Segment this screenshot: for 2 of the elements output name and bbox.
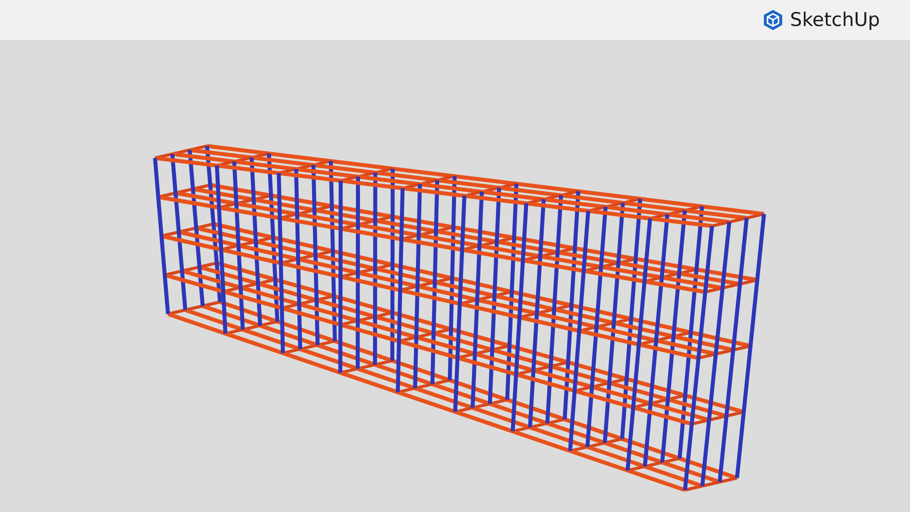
- cube-logo-icon: [762, 9, 784, 31]
- brand-name: SketchUp: [790, 9, 880, 31]
